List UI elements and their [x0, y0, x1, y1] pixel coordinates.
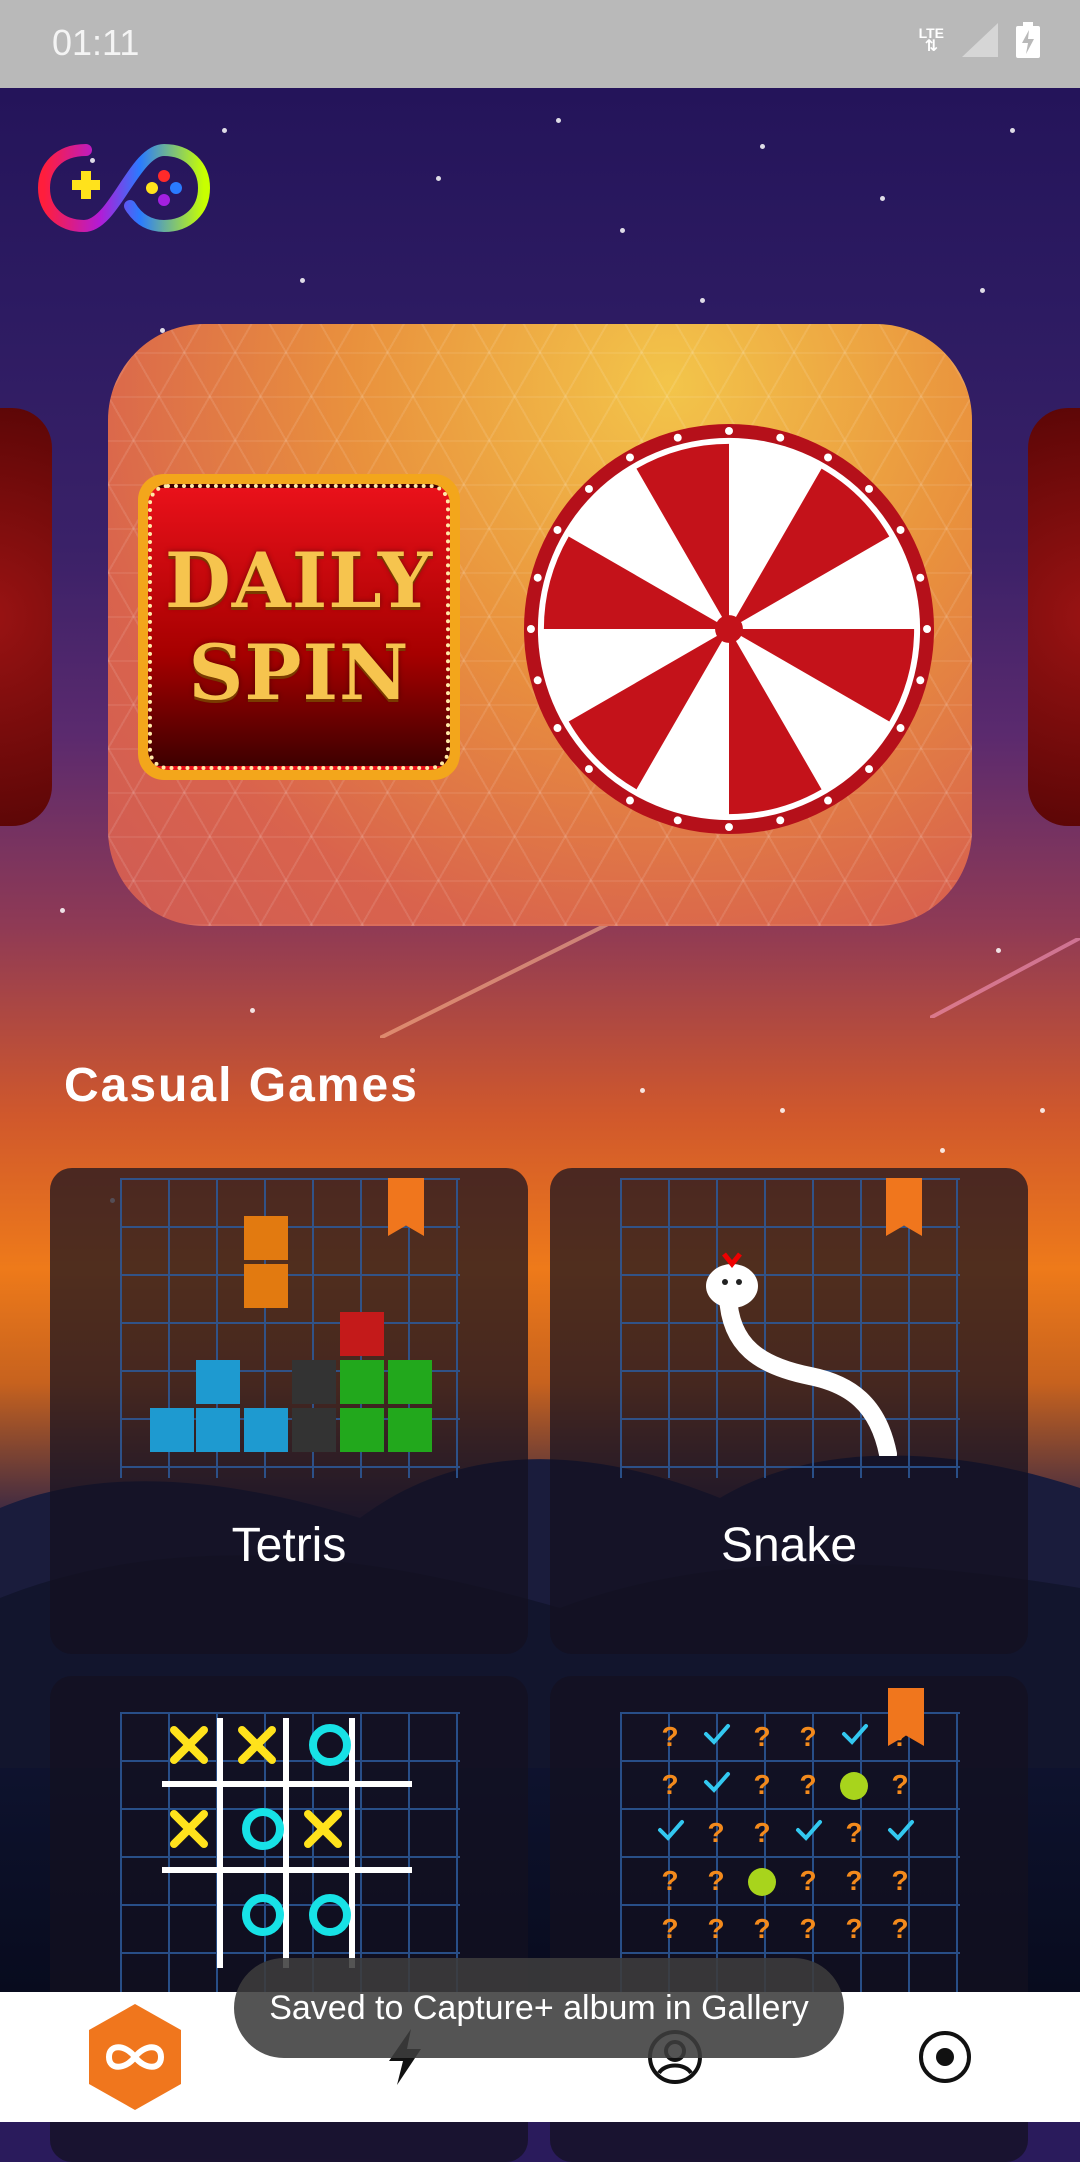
wheel-rim-dot	[625, 796, 634, 805]
svg-text:?: ?	[661, 1769, 678, 1800]
shooting-star	[380, 908, 640, 1038]
carousel-prev-card[interactable]	[0, 408, 52, 826]
game-card-tetris[interactable]: Tetris	[50, 1168, 528, 1654]
status-bar: 01:11 LTE ⇅	[0, 0, 1080, 88]
svg-text:?: ?	[891, 1769, 908, 1800]
wheel-rim-dot	[526, 625, 535, 633]
carousel-next-card[interactable]	[1028, 408, 1080, 826]
daily-spin-sign: DAILY SPIN	[138, 474, 460, 780]
nav-record[interactable]	[890, 1992, 1000, 2122]
svg-text:?: ?	[707, 1865, 724, 1896]
svg-text:?: ?	[845, 1865, 862, 1896]
wheel-rim-dot	[916, 573, 925, 582]
svg-text:?: ?	[707, 1913, 724, 1944]
banner-line2: SPIN	[188, 628, 410, 717]
svg-text:?: ?	[661, 1721, 678, 1752]
svg-text:?: ?	[799, 1865, 816, 1896]
svg-text:?: ?	[891, 1865, 908, 1896]
game-title: Snake	[720, 1519, 858, 1572]
svg-text:?: ?	[753, 1721, 770, 1752]
section-title: Casual Games	[64, 1059, 419, 1112]
status-icons: LTE ⇅	[919, 22, 1040, 58]
wheel-rim-dot	[776, 433, 785, 442]
question-grid-icon: ???? ???? ??? ????? ??????	[658, 1721, 914, 1944]
wheel-rim-dot	[553, 525, 562, 534]
wheel-rim-dot	[725, 426, 733, 435]
app-logo	[38, 143, 210, 233]
svg-text:?: ?	[661, 1865, 678, 1896]
wheel-rim-dot	[533, 573, 542, 582]
wheel-rim-dot	[916, 676, 925, 685]
wheel-rim-dot	[553, 724, 562, 733]
svg-text:?: ?	[707, 1817, 724, 1848]
game-title: Tetris	[231, 1519, 347, 1572]
wheel-rim-dot	[923, 625, 932, 633]
svg-text:?: ?	[799, 1913, 816, 1944]
wheel-rim-dot	[865, 484, 874, 493]
wheel-rim-dot	[625, 453, 634, 462]
svg-text:?: ?	[891, 1913, 908, 1944]
svg-text:?: ?	[799, 1769, 816, 1800]
wheel-rim-dot	[584, 765, 593, 774]
svg-text:?: ?	[799, 1721, 816, 1752]
wheel-rim-dot	[533, 676, 542, 685]
wheel-rim-dot	[824, 796, 833, 805]
wheel-rim-dot	[865, 765, 874, 774]
signal-icon	[962, 23, 998, 57]
svg-text:?: ?	[845, 1913, 862, 1944]
status-time: 01:11	[52, 22, 140, 63]
tictactoe-icon	[162, 1718, 412, 1968]
nav-home[interactable]	[80, 1992, 190, 2122]
wheel-rim-dot	[673, 433, 682, 442]
svg-text:?: ?	[753, 1817, 770, 1848]
battery-icon	[1016, 22, 1040, 58]
lte-icon: LTE ⇅	[918, 25, 944, 55]
banner-line1: DAILY	[164, 536, 434, 625]
snake-icon	[706, 1252, 897, 1456]
svg-text:?: ?	[753, 1769, 770, 1800]
svg-text:?: ?	[661, 1913, 678, 1944]
wheel-rim-dot	[673, 816, 682, 825]
wheel-rim-dot	[896, 724, 905, 733]
wheel-rim-dot	[824, 453, 833, 462]
daily-spin-banner[interactable]: DAILY SPIN	[108, 324, 972, 926]
wheel-rim-dot	[896, 525, 905, 534]
wheel-rim-dot	[725, 823, 733, 832]
svg-text:?: ?	[845, 1817, 862, 1848]
svg-text:?: ?	[753, 1913, 770, 1944]
game-card-snake[interactable]: Snake	[550, 1168, 1028, 1654]
infinity-home-icon	[89, 2004, 181, 2110]
wheel-rim-dot	[776, 816, 785, 825]
record-icon	[919, 2031, 971, 2083]
tetris-blocks-icon	[150, 1216, 432, 1452]
toast-message: Saved to Capture+ album in Gallery	[234, 1958, 844, 2058]
spin-wheel-icon	[523, 423, 935, 835]
wheel-rim-dot	[584, 484, 593, 493]
shooting-star	[930, 938, 1080, 1018]
